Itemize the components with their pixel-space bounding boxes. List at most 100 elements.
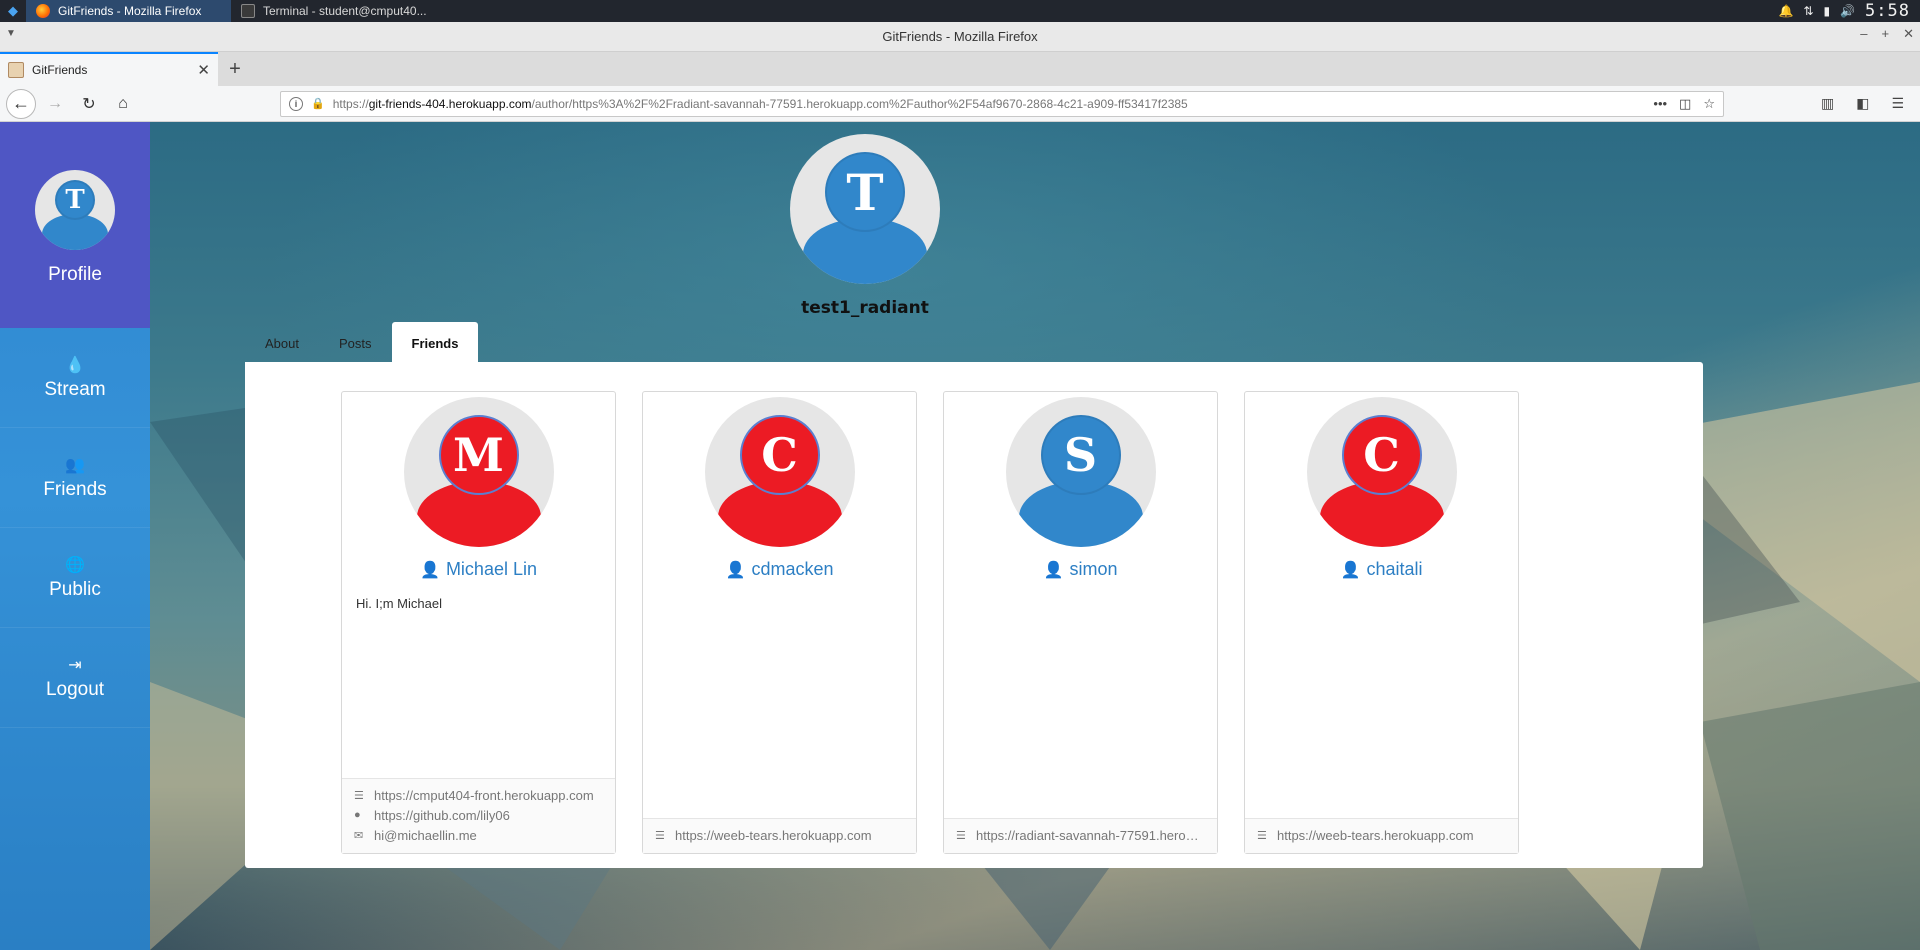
profile-avatar-large: T (790, 134, 940, 284)
friend-name[interactable]: simon (1069, 559, 1117, 580)
friend-avatar[interactable]: C (704, 397, 855, 547)
url-path: /author/https%3A%2F%2Fradiant-savannah-7… (531, 96, 1188, 111)
sidebar-item-label: Stream (44, 378, 106, 400)
browser-tab-strip: GitFriends ✕ + (0, 52, 1920, 86)
os-taskbar: ◆ GitFriends - Mozilla Firefox Terminal … (0, 0, 1920, 22)
browser-navbar: ← → ↻ ⌂ i 🔒 https://git-friends-404.hero… (0, 86, 1920, 122)
sign-out-icon: ⇥ (68, 656, 82, 674)
taskbar-task-terminal[interactable]: Terminal - student@cmput40... (231, 0, 431, 22)
server-icon: ☰ (956, 829, 966, 842)
maximize-icon[interactable]: + (1882, 26, 1890, 42)
friend-name[interactable]: Michael Lin (446, 559, 537, 580)
friend-host[interactable]: https://radiant-savannah-77591.herokuapp… (976, 828, 1205, 843)
back-button[interactable]: ← (6, 88, 36, 119)
sidebar-item-label: Profile (48, 264, 102, 285)
friend-avatar[interactable]: S (1005, 397, 1156, 547)
app-sidebar: T Profile 💧 Stream 👥 Friends 🌐 Public ⇥ … (0, 122, 150, 950)
sidebar-item-logout[interactable]: ⇥ Logout (0, 628, 150, 728)
url-text[interactable]: https://git-friends-404.herokuapp.com/au… (333, 97, 1646, 111)
sidebar-item-label: Public (49, 578, 101, 600)
sidebar-toggle-icon[interactable]: ◧ (1856, 95, 1869, 112)
avatar-initial: S (1040, 415, 1121, 495)
friend-name-link[interactable]: 👤 Michael Lin (342, 559, 615, 580)
friend-card-footer: ☰ https://weeb-tears.herokuapp.com (1245, 818, 1518, 853)
library-icon[interactable]: ▥ (1821, 95, 1834, 112)
minimize-icon[interactable]: – (1860, 26, 1867, 42)
tab-friends[interactable]: Friends (391, 322, 479, 364)
avatar-initial: T (825, 152, 905, 232)
system-tray: 🔔 ⇅ ▮ 🔊 5:58 (1778, 1, 1920, 21)
friend-name-link[interactable]: 👤 simon (944, 559, 1217, 580)
profile-avatar: T (35, 170, 115, 250)
friend-email-row: ✉ hi@michaellin.me (354, 825, 603, 845)
friend-name[interactable]: cdmacken (751, 559, 833, 580)
friend-avatar[interactable]: M (403, 397, 554, 547)
tab-about[interactable]: About (245, 322, 319, 364)
terminal-icon (241, 4, 255, 18)
url-bar[interactable]: i 🔒 https://git-friends-404.herokuapp.co… (280, 90, 1724, 117)
bookmark-star-icon[interactable]: ☆ (1703, 96, 1715, 112)
friend-host-row: ☰ https://radiant-savannah-77591.herokua… (956, 825, 1205, 845)
friend-card: C 👤 chaitali ☰ https://weeb-tears.heroku… (1244, 391, 1519, 854)
friend-bio: Hi. I;m Michael (356, 596, 442, 611)
firefox-icon (36, 4, 50, 18)
user-icon: 👤 (1340, 561, 1361, 579)
user-icon: 👤 (725, 561, 746, 579)
reload-button[interactable]: ↻ (74, 89, 104, 119)
friend-name-link[interactable]: 👤 chaitali (1245, 559, 1518, 580)
friend-name[interactable]: chaitali (1366, 559, 1422, 580)
sidebar-item-profile[interactable]: T Profile (0, 122, 150, 328)
sidebar-item-friends[interactable]: 👥 Friends (0, 428, 150, 528)
site-info-icon[interactable]: i (289, 96, 303, 111)
tab-title: GitFriends (32, 63, 88, 77)
friend-host[interactable]: https://weeb-tears.herokuapp.com (675, 828, 872, 843)
sidebar-item-stream[interactable]: 💧 Stream (0, 328, 150, 428)
close-tab-icon[interactable]: ✕ (197, 61, 210, 79)
new-tab-button[interactable]: + (218, 52, 252, 86)
avatar-initial: M (438, 415, 519, 495)
url-prefix: https:// (332, 96, 369, 111)
volume-icon[interactable]: 🔊 (1840, 4, 1855, 18)
friend-card: C 👤 cdmacken ☰ https://weeb-tears.heroku… (642, 391, 917, 854)
browser-tab-gitfriends[interactable]: GitFriends ✕ (0, 52, 218, 86)
notification-bell-icon[interactable]: 🔔 (1778, 4, 1793, 18)
window-menu-icon[interactable]: ▼ (6, 28, 16, 39)
friend-name-link[interactable]: 👤 cdmacken (643, 559, 916, 580)
friend-email[interactable]: hi@michaellin.me (374, 828, 477, 843)
taskbar-task-label: GitFriends - Mozilla Firefox (58, 4, 202, 18)
friend-avatar[interactable]: C (1306, 397, 1457, 547)
sidebar-item-label: Friends (43, 478, 107, 500)
forward-button[interactable]: → (40, 89, 70, 119)
avatar-initial: C (739, 415, 820, 495)
sidebar-item-public[interactable]: 🌐 Public (0, 528, 150, 628)
tint-icon: 💧 (65, 356, 85, 374)
friend-github-row: ● https://github.com/lily06 (354, 805, 603, 825)
url-host: git-friends-404.herokuapp.com (368, 96, 532, 111)
hamburger-menu-icon[interactable]: ☰ (1891, 95, 1904, 112)
start-menu-icon[interactable]: ◆ (0, 0, 26, 22)
server-icon: ☰ (354, 789, 364, 802)
page-actions-icon[interactable]: ••• (1653, 96, 1667, 112)
profile-username: test1_radiant (801, 298, 929, 318)
avatar-initial: T (55, 180, 95, 220)
github-icon: ● (354, 809, 361, 821)
friend-host-row: ☰ https://cmput404-front.herokuapp.com (354, 785, 603, 805)
server-icon: ☰ (655, 829, 665, 842)
close-window-icon[interactable]: ✕ (1903, 26, 1914, 42)
envelope-icon: ✉ (354, 829, 364, 842)
lock-icon[interactable]: 🔒 (311, 97, 325, 110)
pocket-icon[interactable]: ◫ (1679, 96, 1691, 112)
friend-host[interactable]: https://weeb-tears.herokuapp.com (1277, 828, 1474, 843)
home-button[interactable]: ⌂ (108, 89, 138, 119)
taskbar-task-label: Terminal - student@cmput40... (263, 4, 427, 18)
friend-host[interactable]: https://cmput404-front.herokuapp.com (374, 788, 594, 803)
clock[interactable]: 5:58 (1865, 1, 1910, 21)
tab-posts[interactable]: Posts (319, 322, 392, 364)
battery-icon[interactable]: ▮ (1823, 4, 1830, 18)
taskbar-task-firefox[interactable]: GitFriends - Mozilla Firefox (26, 0, 231, 22)
friend-card-footer: ☰ https://cmput404-front.herokuapp.com ●… (342, 778, 615, 853)
friend-github[interactable]: https://github.com/lily06 (374, 808, 510, 823)
globe-icon: 🌐 (65, 556, 85, 574)
network-icon[interactable]: ⇅ (1803, 4, 1813, 18)
friend-card: S 👤 simon ☰ https://radiant-savannah-775… (943, 391, 1218, 854)
